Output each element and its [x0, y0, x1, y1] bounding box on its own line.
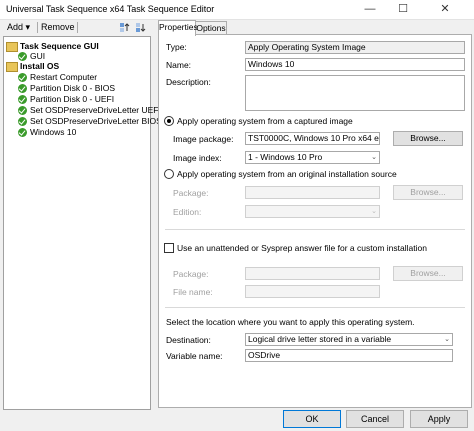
- check-icon: [18, 95, 27, 105]
- filename-label: File name:: [173, 287, 213, 297]
- filename-field: [245, 285, 380, 298]
- image-package-field: TST0000C, Windows 10 Pro x64 en-US: [245, 132, 380, 145]
- browse-image-button[interactable]: Browse...: [393, 131, 463, 146]
- destination-label: Destination:: [166, 335, 211, 345]
- package-label: Package:: [173, 188, 209, 198]
- tree-group-install-os[interactable]: Install OS: [6, 61, 60, 72]
- tree-item-label: Restart Computer: [30, 72, 98, 82]
- check-icon: [18, 117, 27, 127]
- name-label: Name:: [166, 60, 192, 70]
- title-bar: Universal Task Sequence x64 Task Sequenc…: [0, 0, 474, 20]
- cancel-button[interactable]: Cancel: [346, 410, 404, 428]
- description-input[interactable]: [245, 75, 465, 111]
- variable-name-label: Variable name:: [166, 351, 223, 361]
- check-icon: [18, 106, 27, 116]
- tree-item-label: Set OSDPreserveDriveLetter UEFI: [30, 105, 161, 115]
- maximize-button[interactable]: ☐: [388, 0, 418, 19]
- chevron-down-icon: ▾: [25, 22, 31, 32]
- answer-package-field: [245, 267, 380, 280]
- tree-item-label: Set OSDPreserveDriveLetter BIOS: [30, 116, 162, 126]
- add-label: Add: [7, 22, 24, 32]
- tree-item-label: Windows 10: [30, 127, 77, 137]
- chevron-down-icon: ⌄: [371, 154, 377, 161]
- minimize-button[interactable]: —: [355, 0, 385, 19]
- original-source-radio-label[interactable]: Apply operating system from an original …: [177, 169, 397, 179]
- edition-label: Edition:: [173, 207, 202, 217]
- tree-group-label: Task Sequence GUI: [20, 41, 99, 51]
- toolbar-divider: [77, 22, 78, 33]
- close-button[interactable]: ✕: [430, 0, 460, 19]
- package-field: [245, 186, 380, 199]
- browse-answer-package-button[interactable]: Browse...: [393, 266, 463, 281]
- move-down-icon[interactable]: [135, 22, 146, 33]
- check-icon: [18, 84, 27, 94]
- unattend-checkbox-label[interactable]: Use an unattended or Sysprep answer file…: [177, 243, 427, 253]
- properties-panel: Type: Apply Operating System Image Name:…: [158, 34, 472, 408]
- tab-options[interactable]: Options: [195, 21, 227, 35]
- tree-group-task-sequence-gui[interactable]: Task Sequence GUI: [6, 41, 99, 52]
- chevron-down-icon: ⌄: [371, 208, 377, 215]
- image-package-label: Image package:: [173, 134, 234, 144]
- move-up-icon[interactable]: [119, 22, 130, 33]
- section-divider: [165, 229, 465, 230]
- add-button[interactable]: Add ▾: [7, 22, 30, 33]
- tree-item-windows-10[interactable]: Windows 10: [18, 127, 77, 138]
- image-index-value: 1 - Windows 10 Pro: [248, 152, 323, 162]
- folder-icon: [6, 41, 18, 52]
- remove-button[interactable]: Remove: [41, 22, 75, 32]
- destination-value: Logical drive letter stored in a variabl…: [248, 334, 392, 344]
- folder-icon: [6, 61, 18, 72]
- captured-image-radio[interactable]: [164, 116, 174, 126]
- tree-item-partition-bios[interactable]: Partition Disk 0 - BIOS: [18, 83, 116, 94]
- tree-item-restart-computer[interactable]: Restart Computer: [18, 72, 98, 83]
- image-index-label: Image index:: [173, 153, 222, 163]
- task-sequence-tree[interactable]: Task Sequence GUI GUI Install OS Restart…: [3, 36, 162, 410]
- type-label: Type:: [166, 42, 187, 52]
- window-title: Universal Task Sequence x64 Task Sequenc…: [6, 4, 215, 14]
- tree-item-label: GUI: [30, 51, 46, 61]
- tree-group-label: Install OS: [20, 61, 60, 71]
- destination-select[interactable]: Logical drive letter stored in a variabl…: [245, 333, 453, 346]
- location-instructions: Select the location where you want to ap…: [166, 317, 415, 327]
- original-source-radio[interactable]: [164, 169, 174, 179]
- tree-item-set-drive-letter-uefi[interactable]: Set OSDPreserveDriveLetter UEFI: [18, 105, 161, 116]
- tree-item-label: Partition Disk 0 - UEFI: [30, 94, 115, 104]
- tree-item-set-drive-letter-bios[interactable]: Set OSDPreserveDriveLetter BIOS: [18, 116, 162, 127]
- variable-name-input[interactable]: OSDrive: [245, 349, 453, 362]
- apply-button[interactable]: Apply: [410, 410, 468, 428]
- unattend-checkbox[interactable]: [164, 243, 174, 253]
- section-divider: [165, 307, 465, 308]
- tree-item-gui[interactable]: GUI: [18, 51, 46, 62]
- check-icon: [18, 52, 27, 62]
- tree-item-partition-uefi[interactable]: Partition Disk 0 - UEFI: [18, 94, 115, 105]
- package2-label: Package:: [173, 269, 209, 279]
- check-icon: [18, 128, 27, 138]
- type-field: Apply Operating System Image: [245, 41, 465, 54]
- check-icon: [18, 73, 27, 83]
- tab-properties[interactable]: Properties: [158, 20, 198, 36]
- description-label: Description:: [166, 77, 211, 87]
- name-input[interactable]: Windows 10: [245, 58, 465, 71]
- ok-button[interactable]: OK: [283, 410, 341, 428]
- tree-item-label: Partition Disk 0 - BIOS: [30, 83, 116, 93]
- toolbar-divider: [37, 22, 38, 33]
- browse-package-button[interactable]: Browse...: [393, 185, 463, 200]
- edition-select[interactable]: ⌄: [245, 205, 380, 218]
- chevron-down-icon: ⌄: [444, 336, 450, 343]
- image-index-select[interactable]: 1 - Windows 10 Pro ⌄: [245, 151, 380, 164]
- captured-image-radio-label[interactable]: Apply operating system from a captured i…: [177, 116, 353, 126]
